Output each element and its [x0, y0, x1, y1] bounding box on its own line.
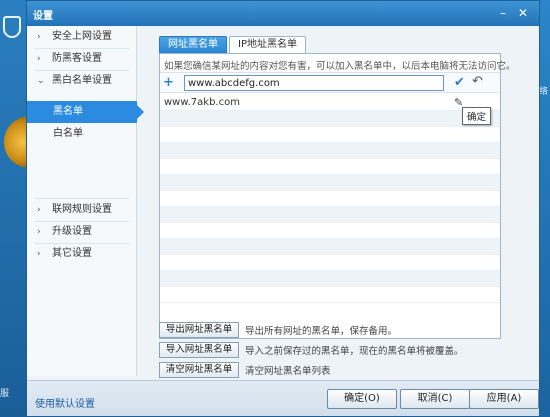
tab-url-blacklist[interactable]: 网址黑名单: [159, 36, 227, 53]
ok-button[interactable]: 确定(O): [327, 389, 397, 409]
chevron-right-icon: ›: [37, 54, 41, 64]
shield-icon: [3, 16, 21, 38]
sidebar-item-label: 升级设置: [52, 226, 92, 237]
export-description: 导出所有网址的黑名单，保存备用。: [245, 326, 398, 337]
chevron-right-icon: ›: [37, 205, 41, 215]
list-item[interactable]: [160, 159, 500, 175]
use-default-settings-link[interactable]: 使用默认设置: [35, 395, 95, 410]
sidebar-item-label: 其它设置: [52, 248, 92, 259]
close-icon[interactable]: ✕: [515, 5, 531, 21]
background-side-label: 服: [0, 389, 10, 399]
undo-icon[interactable]: ↶: [472, 74, 483, 89]
blacklist-panel: 如果您确信某网址的内容对您有害，可以加入黑名单中，以后本电脑将无法访问它。 + …: [159, 53, 516, 339]
list-item[interactable]: [160, 111, 500, 127]
list-item[interactable]: [160, 287, 500, 303]
sidebar-item-label: 黑白名单设置: [52, 75, 112, 86]
sidebar-item-other[interactable]: › 其它设置: [27, 243, 137, 265]
clear-blacklist-button[interactable]: 清空网址黑名单: [159, 362, 239, 378]
list-item[interactable]: [160, 143, 500, 159]
import-blacklist-button[interactable]: 导入网址黑名单: [159, 342, 239, 358]
sidebar-item-label: 联网规则设置: [52, 204, 112, 215]
chevron-right-icon: ›: [37, 249, 41, 259]
cancel-button[interactable]: 取消(C): [400, 389, 470, 409]
chevron-right-icon: ›: [37, 32, 41, 42]
blacklist-hint: 如果您确信某网址的内容对您有害，可以加入黑名单中，以后本电脑将无法访问它。: [164, 61, 516, 72]
add-url-row: + ✔ ↶: [160, 72, 500, 93]
list-item[interactable]: [160, 239, 500, 255]
apply-button[interactable]: 应用(A): [469, 389, 539, 409]
url-input[interactable]: [184, 75, 444, 91]
settings-sidebar: › 安全上网设置 › 防黑客设置 ⌄ 黑白名单设置 黑名单 白名单 › 联网规则…: [27, 26, 144, 376]
check-icon[interactable]: ✔: [454, 75, 465, 90]
list-item[interactable]: [160, 175, 500, 191]
sidebar-item-blacklist-settings[interactable]: ⌄ 黑白名单设置: [27, 70, 137, 92]
import-description: 导入之前保存过的黑名单，现在的黑名单将被覆盖。: [245, 346, 464, 357]
dialog-footer: 使用默认设置 确定(O) 取消(C) 应用(A): [27, 380, 539, 416]
chevron-right-icon: ›: [37, 227, 41, 237]
background-left-panel: [0, 0, 26, 417]
sidebar-item-label: 安全上网设置: [52, 31, 112, 42]
sidebar-item-anti-hacker[interactable]: › 防黑客设置: [27, 48, 137, 70]
main-content: 网址黑名单 IP地址黑名单 如果您确信某网址的内容对您有害，可以加入黑名单中，以…: [137, 26, 537, 378]
sidebar-item-blacklist[interactable]: 黑名单: [27, 101, 144, 123]
chevron-down-icon: ⌄: [37, 76, 45, 86]
sidebar-item-update[interactable]: › 升级设置: [27, 221, 137, 243]
list-item[interactable]: www.7akb.com: [160, 95, 500, 111]
list-item[interactable]: [160, 255, 500, 271]
sidebar-item-whitelist[interactable]: 白名单: [27, 123, 137, 145]
tab-ip-blacklist[interactable]: IP地址黑名单: [229, 36, 306, 53]
sidebar-item-safe-browsing[interactable]: › 安全上网设置: [27, 26, 137, 48]
list-item[interactable]: [160, 271, 500, 287]
sidebar-item-network-rules[interactable]: › 联网规则设置: [27, 199, 137, 221]
window-title: 设置: [33, 11, 53, 22]
sidebar-item-label: 黑名单: [53, 106, 83, 117]
blacklist-entries: www.7akb.com: [160, 95, 500, 303]
confirm-tooltip: 确定: [462, 107, 492, 125]
clear-description: 清空网址黑名单列表: [245, 366, 331, 377]
sidebar-item-label: 防黑客设置: [52, 53, 102, 64]
list-item[interactable]: [160, 127, 500, 143]
list-item[interactable]: [160, 207, 500, 223]
export-blacklist-button[interactable]: 导出网址黑名单: [159, 322, 239, 338]
title-bar: 设置 – ✕: [27, 1, 539, 26]
list-item[interactable]: [160, 191, 500, 207]
settings-dialog: 设置 – ✕ › 安全上网设置 › 防黑客设置 ⌄ 黑白名单设置 黑名单 白名单…: [26, 0, 540, 417]
list-item[interactable]: [160, 223, 500, 239]
plus-icon[interactable]: +: [163, 76, 174, 89]
sidebar-item-label: 白名单: [53, 128, 83, 139]
minimize-icon[interactable]: –: [495, 5, 511, 21]
